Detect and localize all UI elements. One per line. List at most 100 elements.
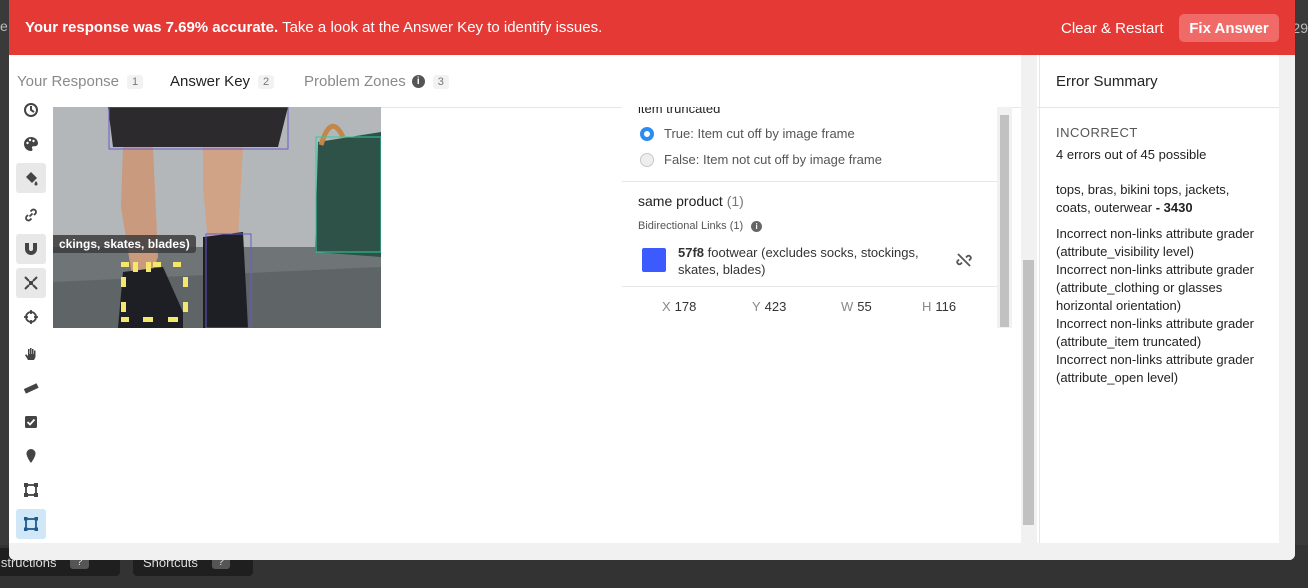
- coord-h: H 116: [922, 299, 956, 314]
- ruler-tool[interactable]: [16, 373, 46, 403]
- error-item: Incorrect non-links attribute grader (at…: [1056, 352, 1254, 385]
- crosshair-icon: [24, 310, 38, 324]
- tab-count: 2: [258, 74, 275, 89]
- pin-tool[interactable]: [16, 441, 46, 471]
- divider: [1040, 107, 1280, 108]
- crosshair-tool[interactable]: [16, 302, 46, 332]
- item-truncated-title: item truncated: [638, 107, 721, 116]
- tab-label: Answer Key: [170, 73, 251, 90]
- radio-unselected[interactable]: [640, 152, 654, 167]
- bidirectional-links-label: Bidirectional Links (1) i: [638, 220, 763, 232]
- polygon-icon: [24, 517, 38, 531]
- accuracy-banner: Your response was 7.69% accurate. Take a…: [9, 0, 1295, 55]
- link-tool[interactable]: [16, 200, 46, 230]
- divider: [622, 181, 997, 182]
- info-icon: i: [751, 220, 763, 232]
- option-label: True: Item cut off by image frame: [664, 126, 855, 141]
- error-item: Incorrect non-links attribute grader (at…: [1056, 262, 1254, 313]
- scrollbar-thumb[interactable]: [1023, 260, 1034, 525]
- same-product-count: (1): [726, 193, 744, 209]
- banner-accuracy: Your response was 7.69% accurate.: [25, 19, 279, 36]
- coord-value: 178: [674, 299, 697, 314]
- tool-sidebar: [9, 103, 53, 543]
- bounding-box-tool[interactable]: [16, 475, 46, 505]
- magnet-icon: [25, 243, 37, 255]
- link-icon: [25, 208, 37, 222]
- magnet-tool[interactable]: [16, 234, 46, 264]
- coord-key: W: [841, 299, 854, 314]
- info-icon: i: [411, 75, 425, 88]
- checkbox-icon: [25, 416, 37, 428]
- error-item: Incorrect non-links attribute grader (at…: [1056, 226, 1254, 259]
- paint-bucket-tool[interactable]: [16, 163, 46, 193]
- tab-bar: Your Response 1 Answer Key 2 Problem Zon…: [9, 55, 1039, 108]
- unlink-icon[interactable]: [956, 252, 972, 268]
- history-tool[interactable]: [16, 95, 46, 125]
- truncated-false-option[interactable]: False: Item not cut off by image frame: [640, 152, 882, 167]
- coord-key: Y: [752, 299, 761, 314]
- fix-answer-button[interactable]: Fix Answer: [1179, 14, 1279, 42]
- category-id: - 3430: [1152, 200, 1193, 215]
- status-label: INCORRECT: [1056, 125, 1138, 140]
- bounding-box-icon: [24, 483, 38, 497]
- hand-tool[interactable]: [16, 339, 46, 369]
- tab-count: 1: [127, 74, 144, 89]
- linked-item-desc: footwear (excludes socks, stockings, ska…: [678, 245, 919, 277]
- banner-message: Your response was 7.69% accurate. Take a…: [25, 19, 602, 36]
- coord-w: W 55: [841, 299, 872, 314]
- coord-value: 423: [764, 299, 787, 314]
- tab-count: 3: [432, 74, 449, 89]
- image-canvas[interactable]: ckings, skates, blades): [53, 107, 381, 328]
- tab-your-response[interactable]: Your Response 1: [17, 73, 144, 90]
- radio-selected[interactable]: [640, 126, 654, 141]
- review-modal: Your response was 7.69% accurate. Take a…: [9, 0, 1295, 560]
- error-count: 4 errors out of 45 possible: [1056, 147, 1207, 162]
- linked-item-text: 57f8 footwear (excludes socks, stockings…: [678, 244, 928, 278]
- properties-scrollbar[interactable]: [997, 107, 1012, 328]
- coord-value: 55: [857, 299, 872, 314]
- bidi-text: Bidirectional Links (1): [638, 220, 744, 232]
- divider: [622, 286, 997, 287]
- clear-restart-button[interactable]: Clear & Restart: [1061, 20, 1164, 37]
- compress-tool[interactable]: [16, 268, 46, 298]
- error-summary-title: Error Summary: [1056, 73, 1158, 90]
- tab-problem-zones[interactable]: Problem Zones i 3: [304, 73, 449, 90]
- annotated-photo: [53, 107, 381, 328]
- coord-x: X 178: [662, 299, 696, 314]
- category-name: tops, bras, bikini tops, jackets, coats,…: [1056, 182, 1230, 215]
- error-item: Incorrect non-links attribute grader (at…: [1056, 316, 1254, 349]
- content-scrollbar[interactable]: [1021, 55, 1037, 543]
- option-label: False: Item not cut off by image frame: [664, 152, 882, 167]
- coord-key: X: [662, 299, 671, 314]
- palette-icon: [24, 137, 38, 151]
- polygon-tool[interactable]: [16, 509, 46, 539]
- modal-horizontal-scrollbar[interactable]: [9, 543, 1279, 560]
- history-icon: [24, 103, 38, 117]
- background-text-left: e: [0, 18, 8, 34]
- hand-icon: [25, 348, 36, 360]
- pin-icon: [26, 449, 36, 463]
- tab-answer-key[interactable]: Answer Key 2: [170, 73, 275, 90]
- checkbox-tool[interactable]: [16, 407, 46, 437]
- banner-instructions: Take a look at the Answer Key to identif…: [278, 19, 603, 36]
- tab-label: Your Response: [17, 73, 120, 90]
- error-category: tops, bras, bikini tops, jackets, coats,…: [1056, 181, 1266, 217]
- same-product-label: same product: [638, 193, 723, 209]
- coord-key: H: [922, 299, 932, 314]
- tab-label: Problem Zones: [304, 73, 406, 90]
- paint-bucket-icon: [26, 172, 38, 186]
- truncated-true-option[interactable]: True: Item cut off by image frame: [640, 126, 855, 141]
- ruler-icon: [23, 383, 39, 394]
- modal-vertical-scrollbar[interactable]: [1279, 55, 1295, 560]
- compress-icon: [24, 276, 38, 290]
- link-color-swatch: [642, 248, 666, 272]
- scrollbar-thumb[interactable]: [1000, 115, 1009, 327]
- error-list: Incorrect non-links attribute grader (at…: [1056, 225, 1271, 387]
- palette-tool[interactable]: [16, 129, 46, 159]
- linked-item-id: 57f8: [678, 245, 705, 260]
- coord-value: 116: [935, 299, 957, 314]
- annotation-label: ckings, skates, blades): [53, 235, 196, 253]
- error-summary-panel: Error Summary INCORRECT 4 errors out of …: [1039, 55, 1280, 543]
- properties-panel: item truncated True: Item cut off by ima…: [622, 107, 1012, 328]
- coord-y: Y 423: [752, 299, 786, 314]
